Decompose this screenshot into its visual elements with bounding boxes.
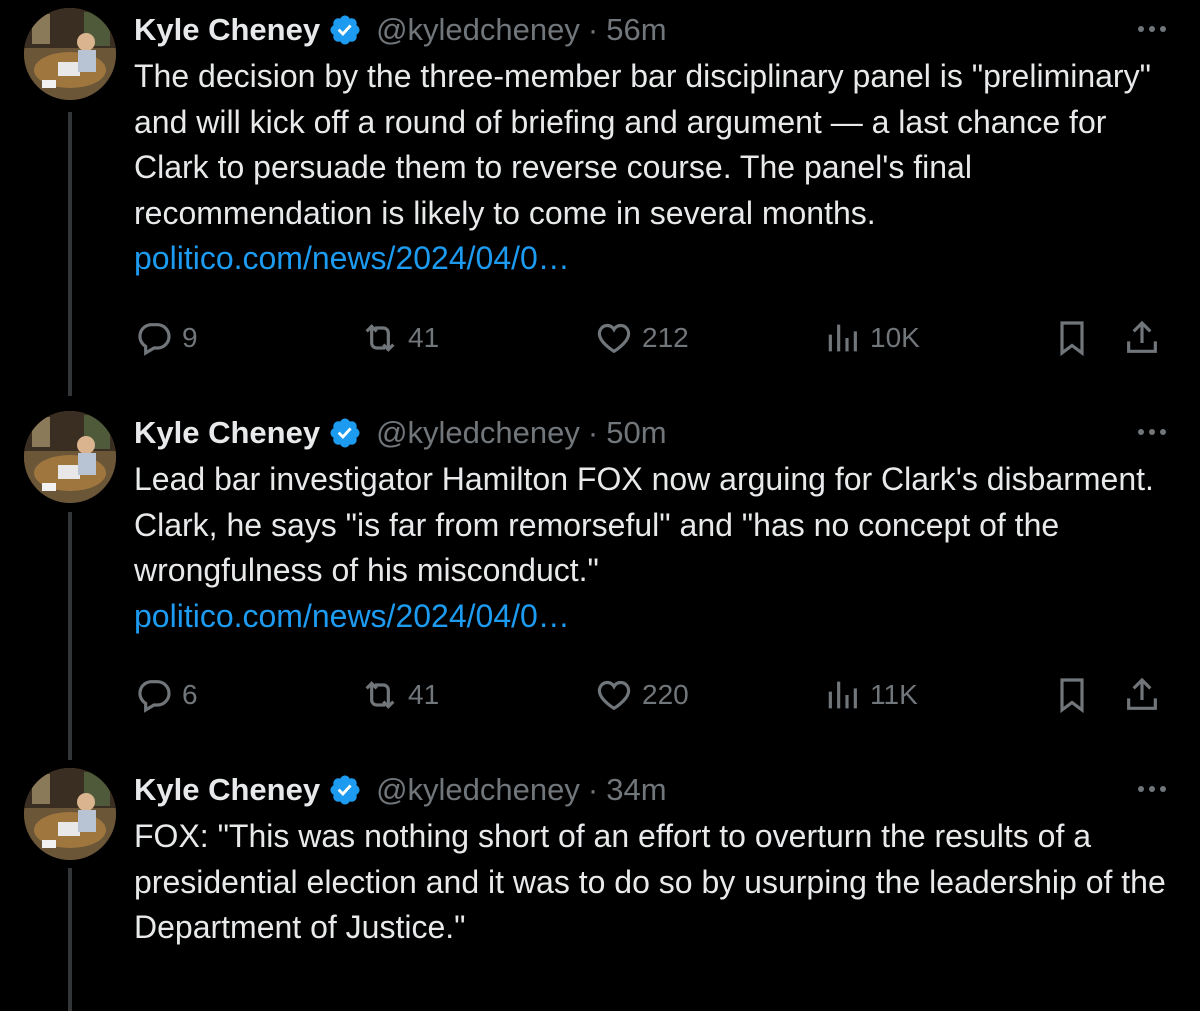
reply-count: 9 — [182, 322, 198, 353]
share-button[interactable] — [1122, 313, 1162, 363]
verified-badge-icon — [328, 773, 362, 807]
repost-button[interactable]: 41 — [360, 670, 439, 720]
action-bar: 9 41 212 10K — [134, 313, 1170, 363]
repost-count: 41 — [408, 322, 440, 353]
thread-line — [68, 512, 72, 760]
views-button[interactable]: 10K — [822, 313, 920, 363]
bookmark-icon — [1060, 678, 1084, 714]
tweet-text: Lead bar investigator Hamilton FOX now a… — [134, 461, 1154, 588]
like-button[interactable]: 220 — [594, 670, 689, 720]
avatar[interactable] — [24, 411, 116, 503]
author-name[interactable]: Kyle Cheney — [134, 415, 320, 451]
bookmark-button[interactable] — [1052, 670, 1092, 720]
views-chart-icon — [828, 324, 857, 352]
tweet-header: Kyle Cheney @kyledcheney · 34m — [134, 768, 1170, 812]
author-handle[interactable]: @kyledcheney — [376, 12, 580, 48]
repost-count: 41 — [408, 679, 440, 710]
timestamp[interactable]: 50m — [606, 415, 666, 451]
more-options-icon[interactable] — [1134, 774, 1170, 804]
reply-icon — [138, 680, 171, 713]
repost-button[interactable]: 41 — [360, 313, 439, 363]
avatar[interactable] — [24, 768, 116, 860]
timestamp[interactable]: 34m — [606, 772, 666, 808]
tweet-header: Kyle Cheney @kyledcheney · 50m — [134, 411, 1170, 455]
views-count: 11K — [870, 679, 918, 710]
like-count: 220 — [642, 679, 689, 710]
tweet-header: Kyle Cheney @kyledcheney · 56m — [134, 8, 1170, 52]
share-button[interactable] — [1122, 670, 1162, 720]
views-chart-icon — [828, 681, 857, 709]
tweet-body: FOX: "This was nothing short of an effor… — [134, 814, 1170, 951]
author-name[interactable]: Kyle Cheney — [134, 12, 320, 48]
tweet-body: The decision by the three-member bar dis… — [134, 54, 1170, 282]
action-bar: 6 41 220 11K — [134, 670, 1170, 720]
repost-icon — [365, 324, 395, 352]
reply-button[interactable]: 9 — [134, 313, 198, 363]
tweet-link[interactable]: politico.com/news/2024/04/0… — [134, 594, 1170, 640]
thread-line — [68, 112, 72, 396]
tweet-body: Lead bar investigator Hamilton FOX now a… — [134, 457, 1170, 639]
separator: · — [587, 415, 599, 450]
verified-badge-icon — [328, 13, 362, 47]
like-count: 212 — [642, 322, 689, 353]
reply-icon — [138, 323, 171, 356]
share-icon — [1127, 677, 1157, 710]
more-options-icon[interactable] — [1134, 14, 1170, 44]
reply-button[interactable]: 6 — [134, 670, 198, 720]
repost-icon — [365, 681, 395, 709]
separator: · — [587, 772, 599, 807]
tweet-link[interactable]: politico.com/news/2024/04/0… — [134, 236, 1170, 282]
thread-line — [68, 868, 72, 1011]
timestamp[interactable]: 56m — [606, 12, 666, 48]
author-handle[interactable]: @kyledcheney — [376, 772, 580, 808]
views-count: 10K — [870, 322, 920, 353]
more-options-icon[interactable] — [1134, 417, 1170, 447]
reply-count: 6 — [182, 679, 198, 710]
like-heart-icon — [597, 680, 631, 711]
verified-badge-icon — [328, 416, 362, 450]
author-name[interactable]: Kyle Cheney — [134, 772, 320, 808]
bookmark-button[interactable] — [1052, 313, 1092, 363]
separator: · — [587, 12, 599, 47]
tweet-text: The decision by the three-member bar dis… — [134, 58, 1151, 231]
like-heart-icon — [597, 323, 631, 354]
tweet-text: FOX: "This was nothing short of an effor… — [134, 818, 1166, 945]
author-handle[interactable]: @kyledcheney — [376, 415, 580, 451]
bookmark-icon — [1060, 321, 1084, 357]
like-button[interactable]: 212 — [594, 313, 689, 363]
share-icon — [1127, 320, 1157, 353]
views-button[interactable]: 11K — [822, 670, 918, 720]
avatar[interactable] — [24, 8, 116, 100]
